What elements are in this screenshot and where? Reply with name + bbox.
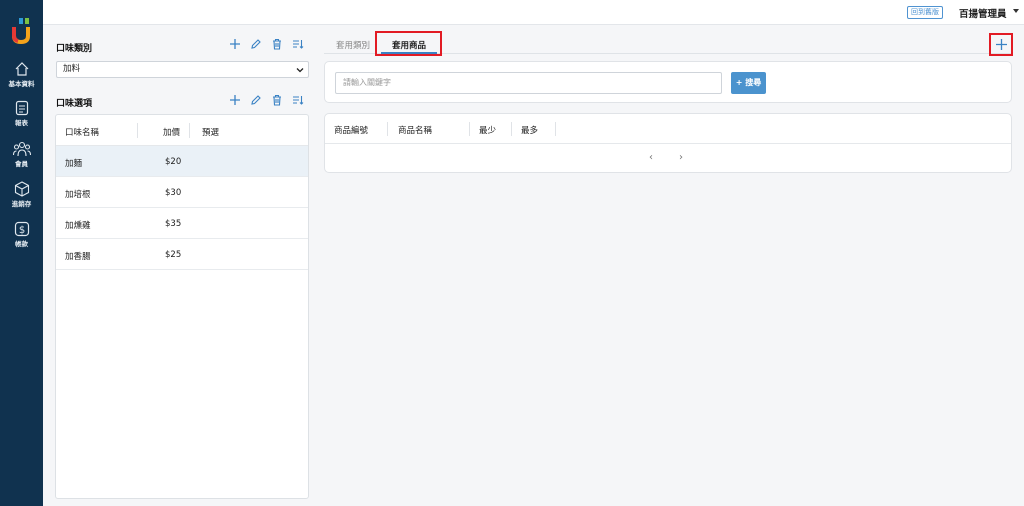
table-row[interactable]: 加培根 $30 bbox=[56, 177, 308, 208]
column-header-product-id: 商品編號 bbox=[334, 126, 369, 136]
add-category-icon[interactable] bbox=[229, 38, 241, 50]
search-card: 請輸入關鍵字 + 搜尋 bbox=[324, 61, 1012, 103]
edit-category-icon[interactable] bbox=[250, 38, 262, 50]
option-price: $30 bbox=[165, 188, 182, 198]
option-name: 加麵 bbox=[65, 159, 83, 169]
column-divider bbox=[555, 122, 556, 136]
options-table-header: 口味名稱 加價 預選 bbox=[56, 115, 308, 146]
highlight-box-add bbox=[989, 33, 1013, 56]
next-page-button[interactable]: › bbox=[679, 152, 683, 163]
sidebar: 基本資料 報表 會員 進銷存 $ 帳款 bbox=[0, 0, 43, 506]
nav-item-report[interactable]: 報表 bbox=[0, 100, 43, 127]
inventory-icon bbox=[14, 181, 29, 197]
nav-item-members[interactable]: 會員 bbox=[0, 141, 43, 168]
option-price: $25 bbox=[165, 250, 182, 260]
option-name: 加香腸 bbox=[65, 252, 91, 262]
home-icon bbox=[15, 62, 28, 76]
column-header-max: 最多 bbox=[521, 126, 539, 136]
category-title: 口味類別 bbox=[56, 44, 93, 54]
user-menu[interactable]: 百揚管理員 bbox=[959, 6, 1007, 20]
category-select[interactable]: 加料 bbox=[56, 61, 309, 78]
prev-page-button[interactable]: ‹ bbox=[649, 152, 653, 163]
sort-option-icon[interactable] bbox=[292, 94, 304, 106]
column-divider bbox=[189, 123, 190, 138]
column-header-min: 最少 bbox=[479, 126, 497, 136]
add-option-icon[interactable] bbox=[229, 94, 241, 106]
nav-label: 帳款 bbox=[15, 240, 28, 248]
search-button[interactable]: + 搜尋 bbox=[731, 72, 766, 94]
nav-label: 進銷存 bbox=[11, 200, 32, 208]
column-header-name: 口味名稱 bbox=[65, 128, 100, 138]
option-price: $35 bbox=[165, 219, 182, 229]
column-header-product-name: 商品名稱 bbox=[398, 126, 433, 136]
product-table: 商品編號 商品名稱 最少 最多 ‹ › bbox=[324, 113, 1012, 173]
delete-option-icon[interactable] bbox=[271, 94, 283, 106]
highlight-box-tab bbox=[375, 31, 442, 56]
option-name: 加培根 bbox=[65, 190, 91, 200]
table-row[interactable]: 加燻雞 $35 bbox=[56, 208, 308, 239]
report-icon bbox=[15, 100, 28, 116]
chevron-down-icon bbox=[296, 68, 304, 73]
column-divider bbox=[137, 123, 138, 138]
nav-item-inventory[interactable]: 進銷存 bbox=[0, 181, 43, 208]
nav-label: 會員 bbox=[15, 160, 28, 168]
back-to-old-version-button[interactable]: 回到舊版 bbox=[907, 6, 943, 19]
option-name: 加燻雞 bbox=[65, 221, 91, 231]
svg-text:$: $ bbox=[18, 225, 24, 236]
table-row[interactable]: 加香腸 $25 bbox=[56, 239, 308, 270]
column-divider bbox=[511, 122, 512, 136]
product-table-header: 商品編號 商品名稱 最少 最多 bbox=[325, 114, 1011, 144]
delete-category-icon[interactable] bbox=[271, 38, 283, 50]
edit-option-icon[interactable] bbox=[250, 94, 262, 106]
caret-down-icon[interactable] bbox=[1013, 9, 1019, 13]
brand-logo-icon bbox=[12, 18, 30, 44]
tab-apply-category[interactable]: 套用類別 bbox=[336, 39, 370, 51]
search-input[interactable]: 請輸入關鍵字 bbox=[335, 72, 722, 94]
nav-label: 基本資料 bbox=[8, 80, 35, 88]
table-row[interactable]: 加麵 $20 bbox=[56, 146, 308, 177]
category-select-value: 加料 bbox=[63, 64, 81, 74]
column-header-price: 加價 bbox=[163, 128, 181, 138]
option-price: $20 bbox=[165, 157, 182, 167]
nav-label: 報表 bbox=[15, 119, 28, 127]
members-icon bbox=[12, 141, 31, 157]
options-title: 口味選項 bbox=[56, 99, 93, 109]
column-divider bbox=[387, 122, 388, 136]
column-divider bbox=[469, 122, 470, 136]
nav-item-payment[interactable]: $ 帳款 bbox=[0, 221, 43, 248]
options-table: 口味名稱 加價 預選 加麵 $20 加培根 $30 加燻雞 $35 加香腸 $2… bbox=[55, 114, 309, 499]
nav-item-basic[interactable]: 基本資料 bbox=[0, 61, 43, 88]
column-header-default: 預選 bbox=[202, 128, 220, 138]
top-bar: 回到舊版 百揚管理員 bbox=[43, 0, 1024, 25]
sort-category-icon[interactable] bbox=[292, 38, 304, 50]
payment-icon: $ bbox=[14, 221, 29, 237]
